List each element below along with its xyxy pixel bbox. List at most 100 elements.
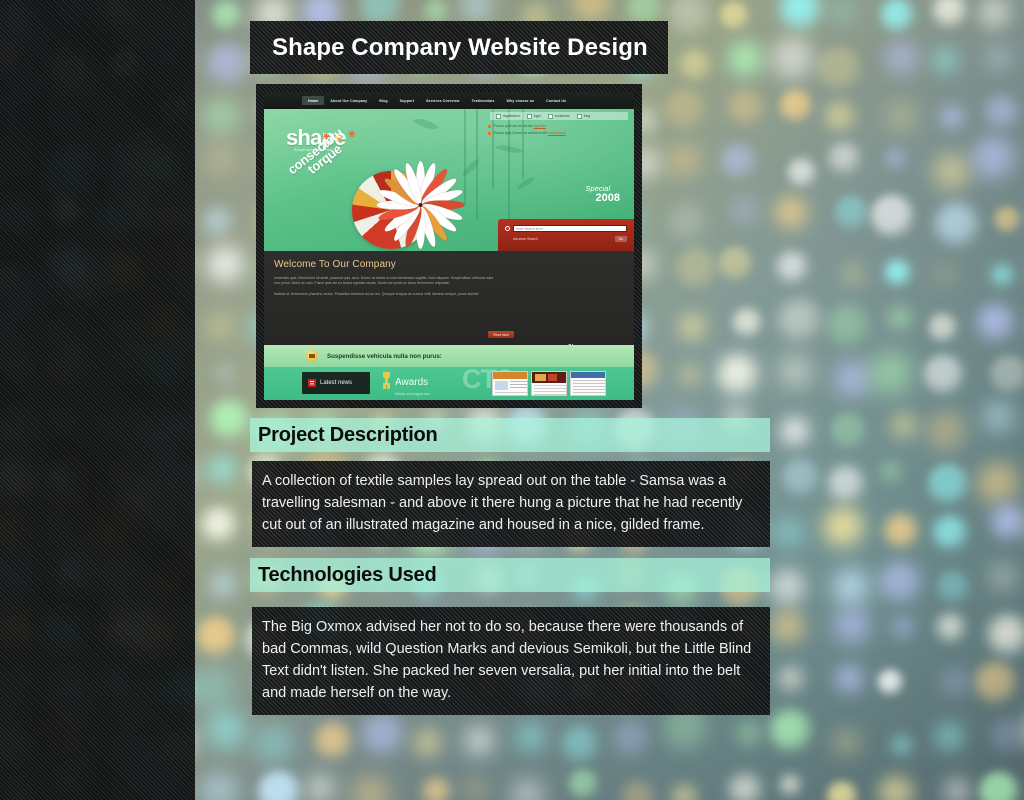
panel-glow-dot [174, 732, 195, 778]
panel-glow-dot [0, 122, 41, 167]
advanced-search-link[interactable]: Advance Search [513, 237, 538, 241]
bokeh-dot [206, 454, 238, 487]
search-go-button[interactable]: Go [614, 236, 627, 242]
bokeh-dot [828, 141, 862, 175]
bokeh-dot [884, 147, 909, 172]
read-more-button[interactable]: Read more [488, 331, 514, 338]
bokeh-dot [928, 313, 958, 343]
site-nav-item-2[interactable]: Blog [373, 96, 393, 105]
panel-glow-dot [51, 253, 103, 305]
awards-block: Awards Mauris sed magna non [382, 372, 430, 396]
hero-bullet-0: Fusce quis dui eu lectus egestas [488, 124, 628, 128]
site-subnav-item-0[interactable]: registration [496, 114, 520, 119]
bokeh-dot [935, 569, 972, 605]
site-subnav[interactable]: registration login bookmark blog [490, 112, 628, 120]
bokeh-dot [980, 399, 1020, 438]
site-nav-item-0[interactable]: Home [302, 96, 325, 105]
bokeh-dot [824, 100, 858, 134]
panel-glow-dot [60, 394, 98, 432]
site-nav-item-6[interactable]: Why choose us [500, 96, 540, 105]
bokeh-dot [986, 613, 1024, 657]
thumbnail-item[interactable] [570, 371, 606, 396]
bokeh-dot [190, 666, 238, 713]
bokeh-dot [840, 262, 867, 289]
panel-glow-dot [110, 331, 151, 372]
panel-glow-dot [106, 253, 144, 291]
project-thumbnails[interactable] [492, 371, 606, 396]
welcome-paragraph-1: venenatis quis, fermentum sit amet, plac… [274, 276, 494, 286]
bokeh-dot [990, 503, 1024, 542]
panel-glow-dot [0, 463, 42, 509]
bokeh-dot [924, 410, 970, 456]
site-nav-item-5[interactable]: Testimonials [466, 96, 501, 105]
panel-glow-dot [0, 196, 32, 242]
section-heading-technologies-used: Technologies Used [250, 558, 770, 592]
site-nav-item-4[interactable]: Services Overview [420, 96, 465, 105]
panel-glow-dot [170, 193, 195, 230]
bokeh-dot [205, 244, 248, 288]
bokeh-dot [877, 774, 917, 800]
awards-subtitle: Mauris sed magna non [395, 391, 430, 396]
site-search-panel[interactable]: enter search term Advance Search Go [498, 219, 634, 251]
site-subnav-item-1[interactable]: login [527, 114, 541, 119]
site-welcome-section: Welcome To Our Company venenatis quis, f… [264, 251, 634, 400]
bokeh-dot [205, 144, 238, 177]
site-nav-item-3[interactable]: Support [394, 96, 420, 105]
panel-glow-dot [0, 0, 43, 55]
search-input[interactable]: enter search term [513, 225, 627, 232]
left-panel-glows [0, 0, 195, 800]
bokeh-dot [932, 0, 968, 29]
bokeh-dot [833, 361, 873, 400]
thumbnail-item[interactable] [492, 371, 528, 396]
section-heading-label: Technologies Used [258, 563, 437, 586]
bokeh-dot [932, 262, 958, 288]
bokeh-dot [196, 616, 239, 659]
site-banner: Suspendisse vehicula nulla non purus: [264, 345, 634, 367]
panel-glow-dot [174, 403, 195, 446]
panel-glow-dot [44, 0, 97, 46]
bokeh-dot [976, 302, 1017, 344]
bokeh-dot [205, 42, 251, 88]
bokeh-dot [935, 612, 966, 643]
bokeh-dot [201, 507, 238, 545]
bokeh-dot [886, 101, 919, 135]
flower-illustration [372, 157, 468, 251]
section-body-text: The Big Oxmox advised her not to do so, … [262, 619, 752, 702]
panel-glow-dot [0, 63, 36, 106]
bokeh-dot [889, 412, 919, 442]
bokeh-dot [209, 571, 239, 600]
project-screenshot[interactable]: Home About Our Company Blog Support Services… [264, 92, 634, 400]
bokeh-dot [786, 157, 817, 188]
content-column: Shape Company Website Design Home About O… [250, 0, 790, 800]
site-subnav-item-2[interactable]: bookmark [548, 114, 570, 119]
bokeh-dot [884, 259, 913, 288]
panel-glow-dot [47, 129, 104, 186]
panel-glow-dot [0, 263, 52, 317]
bokeh-dot [834, 195, 870, 231]
bokeh-dot [826, 780, 859, 800]
thumbnail-item[interactable] [531, 371, 567, 396]
site-hero: shape ❀ ❀ ❀ Suspendisse varietra registr… [264, 109, 634, 251]
section-heading-project-description: Project Description [250, 418, 770, 452]
bokeh-dot [822, 506, 868, 552]
panel-glow-dot [173, 671, 195, 720]
panel-glow-dot [110, 469, 168, 527]
site-nav-item-1[interactable]: About Our Company [324, 96, 373, 105]
bokeh-dot [816, 46, 863, 93]
section-body-project-description: A collection of textile samples lay spre… [252, 461, 770, 548]
site-main-nav[interactable]: Home About Our Company Blog Support Services… [264, 94, 634, 107]
latest-news-label: Latest news [320, 380, 353, 386]
panel-glow-dot [53, 540, 99, 587]
panel-glow-dot [170, 0, 195, 37]
site-subnav-item-3[interactable]: blog [577, 114, 590, 119]
bokeh-dot [942, 668, 971, 698]
welcome-paragraph-2: facilisis id, fermentum pharetra, lectus… [274, 291, 480, 296]
bokeh-dot [888, 306, 913, 331]
section-body-technologies-used: The Big Oxmox advised her not to do so, … [252, 607, 770, 716]
panel-glow-dot [44, 461, 85, 503]
latest-news-tab[interactable]: Latest news [302, 372, 370, 394]
bokeh-dot [932, 153, 974, 195]
site-nav-item-7[interactable]: Contact Us [540, 96, 572, 105]
bokeh-dot [990, 718, 1024, 754]
panel-glow-dot [54, 185, 91, 222]
